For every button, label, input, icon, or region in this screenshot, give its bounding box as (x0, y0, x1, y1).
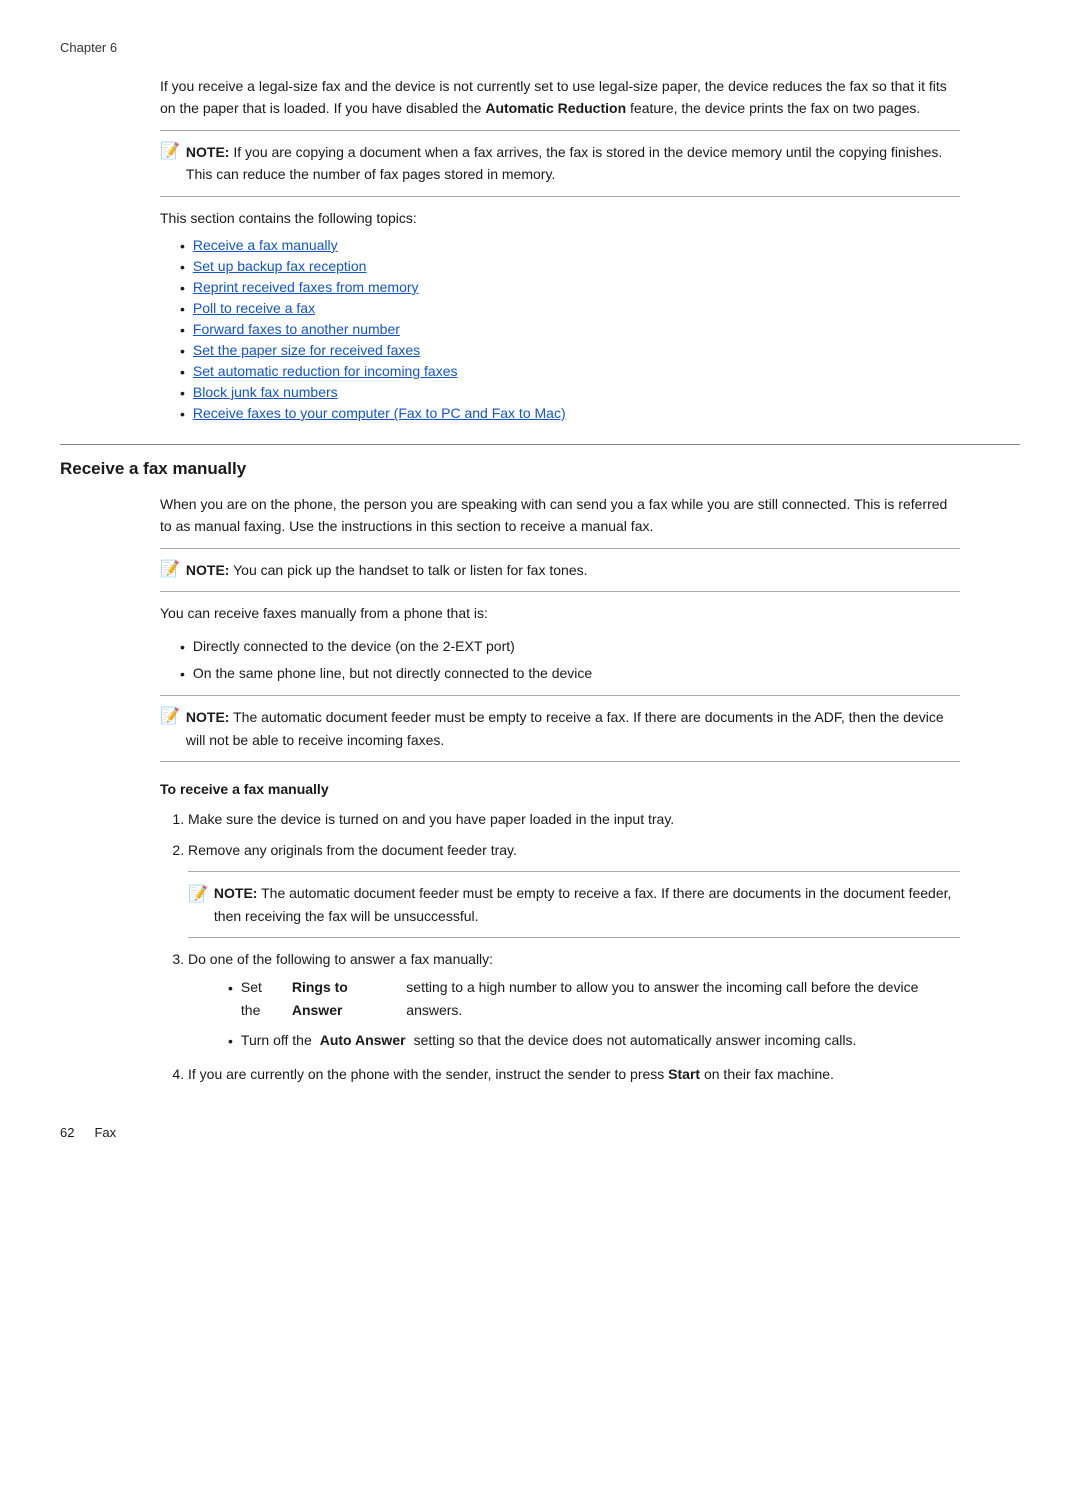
divider-4 (160, 591, 960, 592)
section-title-row: Receive a fax manually (60, 459, 1020, 479)
list-item: Poll to receive a fax (180, 300, 960, 317)
topic-link-1[interactable]: Set up backup fax reception (193, 258, 367, 274)
note-box-4: 📝 NOTE: The automatic document feeder mu… (188, 882, 960, 927)
page: Chapter 6 If you receive a legal-size fa… (0, 0, 1080, 1200)
note-text-2: NOTE: You can pick up the handset to tal… (186, 559, 588, 581)
note-icon-2: 📝 (160, 559, 180, 579)
list-item: Block junk fax numbers (180, 384, 960, 401)
list-item: Directly connected to the device (on the… (180, 635, 960, 658)
receive-content-block: When you are on the phone, the person yo… (160, 493, 960, 1085)
note-label-3: NOTE: (186, 709, 230, 725)
step-2: Remove any originals from the document f… (188, 839, 960, 938)
topic-link-2[interactable]: Reprint received faxes from memory (193, 279, 419, 295)
topic-link-6[interactable]: Set automatic reduction for incoming fax… (193, 363, 458, 379)
footer-label: Fax (94, 1125, 116, 1140)
list-item: Turn off the Auto Answer setting so that… (228, 1029, 960, 1052)
step-2-text: Remove any originals from the document f… (188, 842, 517, 858)
topic-link-5[interactable]: Set the paper size for received faxes (193, 342, 420, 358)
receive-from-list: Directly connected to the device (on the… (180, 635, 960, 686)
note-label-4: NOTE: (214, 885, 258, 901)
divider-2 (160, 196, 960, 197)
topics-intro: This section contains the following topi… (160, 207, 960, 229)
note-box-3: 📝 NOTE: The automatic document feeder mu… (160, 706, 960, 751)
divider-5 (160, 695, 960, 696)
topic-link-0[interactable]: Receive a fax manually (193, 237, 338, 253)
note-icon-4: 📝 (188, 882, 208, 908)
step3-bullets: Set the Rings to Answer setting to a hig… (208, 976, 960, 1052)
chapter-header: Chapter 6 (60, 40, 1020, 55)
list-item: Set up backup fax reception (180, 258, 960, 275)
footer-page: 62 (60, 1125, 74, 1140)
divider-7 (188, 871, 960, 872)
step-3-label: Do one of the following to answer a fax … (188, 951, 493, 967)
note-text-1: NOTE: If you are copying a document when… (186, 141, 960, 186)
section-heading: Receive a fax manually (60, 459, 246, 478)
divider-8 (188, 937, 960, 938)
receive-section: Receive a fax manually When you are on t… (60, 444, 1020, 1085)
bullet-text: On the same phone line, but not directly… (193, 662, 592, 684)
step-1: Make sure the device is turned on and yo… (188, 808, 960, 830)
bullet-text: Directly connected to the device (on the… (193, 635, 515, 657)
list-item: Receive faxes to your computer (Fax to P… (180, 405, 960, 422)
intro-para1: If you receive a legal-size fax and the … (160, 75, 960, 120)
note-text-4: NOTE: The automatic document feeder must… (214, 882, 960, 927)
topic-list: Receive a fax manually Set up backup fax… (180, 237, 960, 422)
step-4-text: If you are currently on the phone with t… (188, 1066, 834, 1082)
note-icon-1: 📝 (160, 141, 180, 161)
note-label-1: NOTE: (186, 144, 230, 160)
intro-block: If you receive a legal-size fax and the … (160, 75, 960, 422)
list-item: On the same phone line, but not directly… (180, 662, 960, 685)
auto-answer-bold: Auto Answer (320, 1029, 406, 1051)
note2-body: You can pick up the handset to talk or l… (233, 562, 587, 578)
list-item: Reprint received faxes from memory (180, 279, 960, 296)
divider-3 (160, 548, 960, 549)
step-4: If you are currently on the phone with t… (188, 1063, 960, 1085)
receive-from-intro: You can receive faxes manually from a ph… (160, 602, 960, 624)
step2-note-body: The automatic document feeder must be em… (214, 885, 951, 923)
divider-6 (160, 761, 960, 762)
note-box-2: 📝 NOTE: You can pick up the handset to t… (160, 559, 960, 581)
chapter-label: Chapter 6 (60, 40, 117, 55)
step3-bullet-list: Set the Rings to Answer setting to a hig… (228, 976, 960, 1052)
note-icon-3: 📝 (160, 706, 180, 726)
list-item: Forward faxes to another number (180, 321, 960, 338)
note3-body: The automatic document feeder must be em… (186, 709, 944, 747)
topic-link-3[interactable]: Poll to receive a fax (193, 300, 315, 316)
auto-reduction-bold: Automatic Reduction (485, 100, 626, 116)
receive-para1: When you are on the phone, the person yo… (160, 493, 960, 538)
topic-link-4[interactable]: Forward faxes to another number (193, 321, 400, 337)
note-text-3: NOTE: The automatic document feeder must… (186, 706, 960, 751)
list-item: Set automatic reduction for incoming fax… (180, 363, 960, 380)
step-1-text: Make sure the device is turned on and yo… (188, 811, 674, 827)
section-divider-1 (60, 444, 1020, 445)
list-item: Receive a fax manually (180, 237, 960, 254)
topic-link-8[interactable]: Receive faxes to your computer (Fax to P… (193, 405, 566, 421)
start-bold: Start (668, 1066, 700, 1082)
topic-link-7[interactable]: Block junk fax numbers (193, 384, 338, 400)
to-receive-heading: To receive a fax manually (160, 778, 960, 800)
footer: 62 Fax (60, 1125, 1020, 1140)
list-item: Set the Rings to Answer setting to a hig… (228, 976, 960, 1021)
step-3: Do one of the following to answer a fax … (188, 948, 960, 1053)
note-label-2: NOTE: (186, 562, 230, 578)
steps-list: Make sure the device is turned on and yo… (188, 808, 960, 1085)
divider-1 (160, 130, 960, 131)
list-item: Set the paper size for received faxes (180, 342, 960, 359)
note-box-1: 📝 NOTE: If you are copying a document wh… (160, 141, 960, 186)
rings-to-answer-bold: Rings to Answer (292, 976, 398, 1021)
